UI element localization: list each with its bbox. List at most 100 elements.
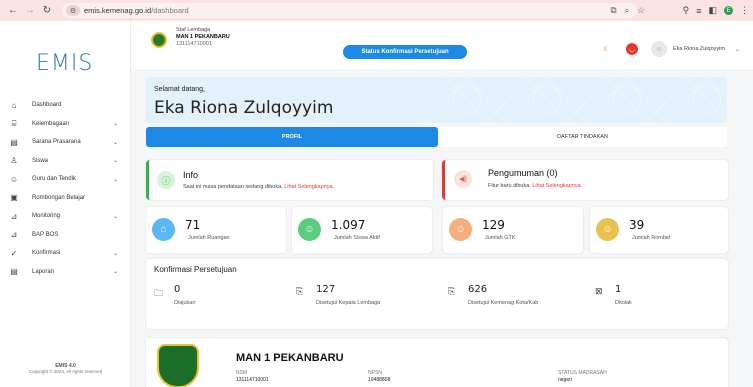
stat-label: Jumlah Ruangan bbox=[188, 235, 230, 241]
extensions-icon[interactable]: ⚲ bbox=[683, 5, 690, 16]
install-icon[interactable]: ⧉ bbox=[611, 5, 617, 16]
doc-check-icon: ⎘ bbox=[296, 286, 304, 296]
chevron-down-icon[interactable]: ⌄ bbox=[735, 46, 740, 53]
stat-card-siswa: ☺ 1.097 Jumlah Siswa Aktif bbox=[292, 207, 432, 253]
sidebar-item-label: Rombongan Belajar bbox=[32, 194, 86, 201]
sidebar-item-guru-dan-tendik[interactable]: ☺ Guru dan Tendik ⌄ bbox=[0, 170, 131, 189]
user-name[interactable]: Eka Riona Zulqoyyim bbox=[673, 46, 725, 52]
doc-reject-icon: ⊠ bbox=[595, 286, 603, 296]
group-icon: ☺ bbox=[9, 174, 19, 184]
institution-icon: ⌸ bbox=[11, 118, 17, 128]
user-avatar[interactable]: ☺ bbox=[651, 41, 667, 57]
reload-icon[interactable]: ↻ bbox=[40, 4, 54, 18]
welcome-banner: Selamat datang, Eka Riona Zulqoyyim bbox=[146, 77, 727, 123]
info-more-link[interactable]: Lihat Selengkapnya. bbox=[284, 184, 334, 190]
students-icon: ☺ bbox=[298, 218, 321, 241]
address-bar[interactable]: ⚙ emis.kemenag.go.id/dashboard bbox=[62, 3, 637, 18]
sidebar-item-label: BAP BOS bbox=[32, 231, 59, 238]
info-icon: ⓘ bbox=[157, 171, 175, 189]
room-icon: ⌂ bbox=[152, 218, 175, 241]
stat-card-gtk: ☺ 129 Jumlah GTK bbox=[443, 207, 583, 253]
forward-icon[interactable]: → bbox=[23, 4, 37, 18]
chevron-down-icon[interactable]: ⌄ bbox=[113, 213, 118, 220]
site-settings-icon[interactable]: ⚙ bbox=[66, 5, 80, 16]
pengumuman-title: Pengumuman (0) bbox=[488, 168, 558, 178]
chevron-down-icon[interactable]: ⌄ bbox=[113, 268, 118, 275]
chevron-down-icon[interactable]: ⌄ bbox=[113, 176, 118, 183]
npsn-field: NPSN 10488808 bbox=[368, 370, 391, 383]
top-header: Staf Lembaga MAN 1 PEKANBARU 13111471000… bbox=[131, 21, 753, 69]
pengumuman-desc: Fitur baru dibuka. Lihat Selengkapnya. bbox=[488, 183, 583, 189]
tab-profil[interactable]: PROFIL bbox=[146, 127, 438, 147]
sidebar-item-label: Laporan bbox=[32, 268, 55, 275]
sidebar-item-sarana-prasarana[interactable]: ▤ Sarana Prasarana ⌄ bbox=[0, 133, 131, 152]
sidebar-item-bap-bos[interactable]: ⊿ BAP BOS bbox=[0, 226, 131, 245]
rombel-icon: ☺ bbox=[596, 218, 619, 241]
signal-icon[interactable]: ıl bbox=[597, 41, 613, 57]
info-title: Info bbox=[183, 170, 199, 180]
stat-label: Jumlah GTK bbox=[485, 235, 516, 241]
stat-value: 129 bbox=[482, 218, 505, 232]
sidebar-item-label: Kelembagaan bbox=[32, 120, 70, 127]
konfirmasi-title: Konfirmasi Persetujuan bbox=[154, 265, 237, 274]
sidebar-item-monitoring[interactable]: ⊿ Monitoring ⌄ bbox=[0, 207, 131, 226]
chevron-down-icon[interactable]: ⌄ bbox=[113, 139, 118, 146]
stat-card-rombel: ☺ 39 Jumlah Rombel bbox=[590, 207, 728, 253]
tab-daftar-tindakan[interactable]: DAFTAR TINDAKAN bbox=[438, 127, 727, 147]
stat-value: 39 bbox=[629, 218, 645, 232]
sidebar-item-label: Guru dan Tendik bbox=[32, 176, 76, 183]
gtk-icon: ☺ bbox=[449, 218, 472, 241]
school-info: Staf Lembaga MAN 1 PEKANBARU 13111471000… bbox=[176, 27, 230, 47]
megaphone-icon: ◀) bbox=[454, 170, 472, 188]
konfirmasi-section: Konfirmasi Persetujuan 🗀 0 Diajukan ⎘ 12… bbox=[146, 259, 728, 329]
report-icon: ▤ bbox=[10, 267, 18, 277]
folder-icon: 🗀 bbox=[154, 288, 164, 298]
stat-label: Jumlah Rombel bbox=[632, 235, 671, 241]
check-icon: ✓ bbox=[10, 248, 18, 258]
decorative-pattern bbox=[427, 77, 727, 123]
sidebar-item-label: Konfirmasi bbox=[32, 250, 61, 257]
sidebar: EMIS ⌂ Dashboard ⌸ Kelembagaan ⌄ ▤ Sarana Pras… bbox=[0, 21, 131, 387]
back-icon[interactable]: ← bbox=[6, 4, 20, 18]
status-konfirmasi-button[interactable]: Status Konfirmasi Persetujuan bbox=[343, 45, 467, 59]
kemenag-emblem bbox=[157, 344, 199, 387]
building-icon: ▤ bbox=[10, 137, 18, 147]
stat-value: 71 bbox=[185, 218, 201, 232]
notification-icon[interactable]: ◡ bbox=[626, 43, 638, 55]
sidebar-item-laporan[interactable]: ▤ Laporan ⌄ bbox=[0, 263, 131, 282]
sidebar-item-rombongan-belajar[interactable]: ▣ Rombongan Belajar bbox=[0, 189, 131, 208]
sidebar-item-label: Monitoring bbox=[32, 213, 61, 220]
chevron-down-icon[interactable]: ⌄ bbox=[113, 250, 118, 257]
sidebar-item-dashboard[interactable]: ⌂ Dashboard bbox=[0, 96, 131, 115]
welcome-name: Eka Riona Zulqoyyim bbox=[154, 98, 334, 118]
chart-icon: ⊿ bbox=[10, 211, 18, 221]
sidebar-item-kelembagaan[interactable]: ⌸ Kelembagaan ⌄ bbox=[0, 115, 131, 134]
school-card: MAN 1 PEKANBARU NSM 131114710001 NPSN 1048… bbox=[146, 338, 728, 387]
welcome-greeting: Selamat datang, bbox=[154, 86, 205, 93]
chevron-down-icon[interactable]: ⌄ bbox=[113, 157, 118, 164]
url-text[interactable]: emis.kemenag.go.id/dashboard bbox=[84, 6, 189, 15]
sidebar-footer: EMIS 4.0 Copyright © 2023, All rights re… bbox=[28, 363, 103, 374]
sidepanel-icon[interactable]: ◧ bbox=[708, 5, 717, 16]
zoom-icon[interactable]: ⌕ bbox=[625, 5, 630, 16]
pengumuman-card: ◀) Pengumuman (0) Fitur baru dibuka. Lih… bbox=[442, 160, 728, 200]
info-desc: Saat ini masa pendataan sedang dibuka. L… bbox=[183, 184, 335, 190]
sidebar-item-label: Dashboard bbox=[32, 102, 62, 109]
clipboard-icon: ▣ bbox=[10, 193, 18, 203]
sidebar-item-konfirmasi[interactable]: ✓ Konfirmasi ⌄ bbox=[0, 244, 131, 263]
pengumuman-more-link[interactable]: Lihat Selengkapnya. bbox=[532, 183, 582, 189]
menu-kebab-icon[interactable]: ⋮ bbox=[740, 5, 749, 16]
emis-logo[interactable]: EMIS bbox=[36, 51, 93, 76]
status-madrasah-field: STATUS MADRASAH negeri bbox=[558, 370, 607, 383]
school-name: MAN 1 PEKANBARU bbox=[236, 352, 344, 364]
profile-avatar[interactable]: E bbox=[724, 6, 733, 15]
nsm-field: NSM 131114710001 bbox=[236, 370, 269, 383]
chevron-down-icon[interactable]: ⌄ bbox=[113, 120, 118, 127]
sidebar-menu: ⌂ Dashboard ⌸ Kelembagaan ⌄ ▤ Sarana Prasarana… bbox=[0, 96, 131, 281]
reading-list-icon[interactable]: ≡ bbox=[696, 6, 701, 16]
sidebar-item-label: Siswa bbox=[32, 157, 49, 164]
bookmark-star-icon[interactable]: ☆ bbox=[637, 5, 645, 16]
sidebar-item-label: Sarana Prasarana bbox=[32, 139, 81, 146]
user-icon: ♙ bbox=[10, 156, 18, 166]
sidebar-item-siswa[interactable]: ♙ Siswa ⌄ bbox=[0, 152, 131, 171]
